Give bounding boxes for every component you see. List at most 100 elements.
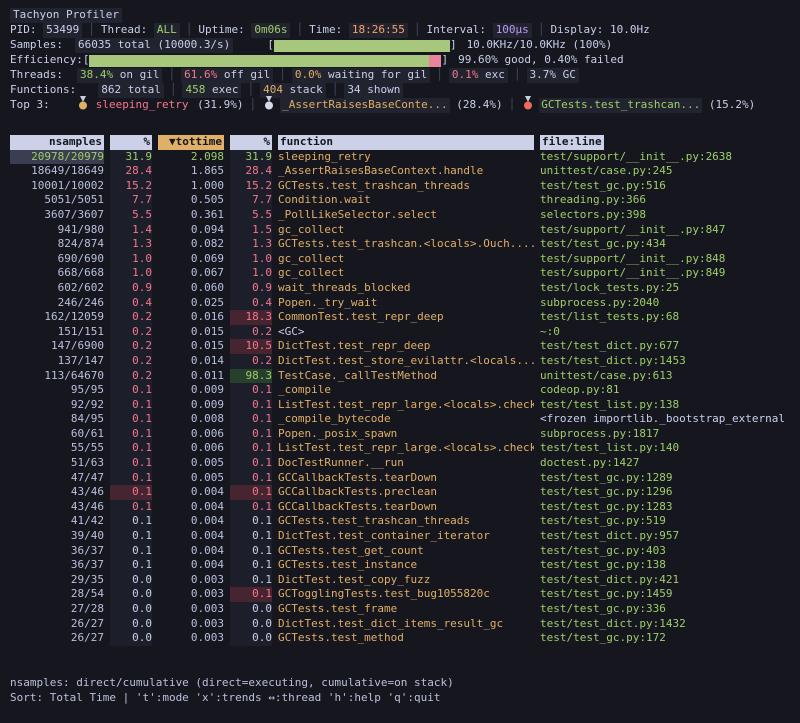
cell-cumulative-percent: 7.7	[230, 193, 272, 208]
cell-nsamples: 3607/3607	[10, 208, 104, 223]
table-row[interactable]: 51/630.10.0050.1DocTestRunner.__rundocte…	[10, 456, 800, 471]
cell-direct-percent: 0.1	[110, 427, 152, 442]
top3-percent: (28.4%)	[450, 98, 503, 113]
profile-table: nsamples% ▼tottime% function file:line20978…	[10, 135, 800, 646]
top3-function-name: _AssertRaisesBaseConte...	[280, 98, 450, 113]
table-row[interactable]: 47/470.10.0050.1GCCallbackTests.tearDown…	[10, 471, 800, 486]
cell-nsamples: 113/64670	[10, 369, 104, 384]
footer: nsamples: direct/cumulative (direct=exec…	[10, 676, 800, 706]
cell-function: DictTest.test_repr_deep	[278, 339, 534, 354]
table-row[interactable]: 602/6020.90.0600.9wait_threads_blockedte…	[10, 281, 800, 296]
cell-cumulative-percent: 0.0	[230, 631, 272, 646]
functions-line: Functions:862 total│458 exec│404 stack│3…	[10, 83, 800, 98]
table-row[interactable]: 27/280.00.0030.0GCTests.test_frametest/t…	[10, 602, 800, 617]
table-row[interactable]: 29/350.00.0030.1DictTest.test_copy_fuzzt…	[10, 573, 800, 588]
cell-direct-percent: 0.1	[110, 485, 152, 500]
cell-direct-percent: 0.1	[110, 514, 152, 529]
cell-file-line: ~:0	[540, 325, 800, 340]
table-row[interactable]: 39/400.10.0040.1DictTest.test_container_…	[10, 529, 800, 544]
samples-label: Samples:	[10, 38, 63, 53]
cell-direct-percent: 0.0	[110, 617, 152, 632]
table-row[interactable]: 162/120590.20.01618.3CommonTest.test_rep…	[10, 310, 800, 325]
cell-tottime: 0.060	[158, 281, 224, 296]
cell-cumulative-percent: 0.1	[230, 456, 272, 471]
table-row[interactable]: 92/920.10.0090.1ListTest.test_repr_large…	[10, 398, 800, 413]
table-row[interactable]: 147/69000.20.01510.5DictTest.test_repr_d…	[10, 339, 800, 354]
table-row[interactable]: 151/1510.20.0150.2<GC>~:0	[10, 325, 800, 340]
threads-stat-value: 61.6%	[184, 68, 217, 81]
cell-tottime: 0.361	[158, 208, 224, 223]
table-row[interactable]: 113/646700.20.01198.3TestCase._callTestM…	[10, 369, 800, 384]
table-row[interactable]: 20978/2097931.92.09831.9sleeping_retryte…	[10, 150, 800, 165]
cell-tottime: 0.003	[158, 602, 224, 617]
cell-file-line: test/test_gc.py:516	[540, 179, 800, 194]
table-row[interactable]: 690/6901.00.0691.0gc_collecttest/support…	[10, 252, 800, 267]
cell-function: GCCallbackTests.preclean	[278, 485, 534, 500]
table-row[interactable]: 36/370.10.0040.1GCTests.test_get_countte…	[10, 544, 800, 559]
info-label: Time:	[309, 23, 349, 38]
cell-tottime: 0.004	[158, 529, 224, 544]
table-header-row: nsamples% ▼tottime% function file:line	[10, 135, 800, 150]
separator: │	[408, 23, 427, 38]
cell-function: CommonTest.test_repr_deep	[278, 310, 534, 325]
cell-nsamples: 41/42	[10, 514, 104, 529]
table-row[interactable]: 137/1470.20.0140.2DictTest.test_store_ev…	[10, 354, 800, 369]
table-row[interactable]: 5051/50517.70.5057.7Condition.waitthread…	[10, 193, 800, 208]
table-row[interactable]: 60/610.10.0060.1Popen._posix_spawnsubpro…	[10, 427, 800, 442]
table-row[interactable]: 668/6681.00.0671.0gc_collecttest/support…	[10, 266, 800, 281]
top3-percent: (31.9%)	[190, 98, 243, 113]
cell-direct-percent: 1.0	[110, 252, 152, 267]
column-header-fileline[interactable]: file:line	[540, 135, 604, 150]
table-row[interactable]: 95/950.10.0090.1_compilecodeop.py:81	[10, 383, 800, 398]
table-row[interactable]: 41/420.10.0040.1GCTests.test_trashcan_th…	[10, 514, 800, 529]
info-value-display: 10.0Hz	[610, 23, 650, 38]
cell-nsamples: 5051/5051	[10, 193, 104, 208]
cell-function: Condition.wait	[278, 193, 534, 208]
column-header-%[interactable]: %	[110, 135, 152, 150]
column-header-%[interactable]: %	[230, 135, 272, 150]
table-row[interactable]: 43/460.10.0040.1GCCallbackTests.preclean…	[10, 485, 800, 500]
cell-direct-percent: 1.0	[110, 266, 152, 281]
cell-function: gc_collect	[278, 223, 534, 238]
info-value-time: 18:26:55	[349, 23, 408, 38]
cell-nsamples: 43/46	[10, 485, 104, 500]
cell-tottime: 0.067	[158, 266, 224, 281]
table-row[interactable]: 28/540.00.0030.1GCTogglingTests.test_bug…	[10, 587, 800, 602]
table-row[interactable]: 941/9801.40.0941.5gc_collecttest/support…	[10, 223, 800, 238]
functions-stat-value: 458	[185, 83, 205, 96]
separator: │	[164, 83, 183, 98]
cell-tottime: 0.005	[158, 471, 224, 486]
cell-file-line: <frozen importlib._bootstrap_external	[540, 412, 800, 427]
info-label: Uptime:	[198, 23, 251, 38]
table-row[interactable]: 26/270.00.0030.0GCTests.test_methodtest/…	[10, 631, 800, 646]
cell-tottime: 0.009	[158, 383, 224, 398]
efficiency-bar	[89, 55, 441, 67]
table-row[interactable]: 18649/1864928.41.86528.4_AssertRaisesBas…	[10, 164, 800, 179]
status-line: PID: 53499│Thread: ALL│Uptime: 0m06s│Tim…	[10, 23, 800, 38]
separator: │	[82, 23, 101, 38]
table-row[interactable]: 26/270.00.0030.0DictTest.test_dict_items…	[10, 617, 800, 632]
cell-file-line: test/test_dict.py:1453	[540, 354, 800, 369]
info-value-uptime: 0m06s	[251, 23, 290, 38]
table-row[interactable]: 84/950.10.0080.1_compile_bytecode<frozen…	[10, 412, 800, 427]
table-row[interactable]: 36/370.10.0040.1GCTests.test_instancetes…	[10, 558, 800, 573]
column-header-tottime[interactable]: ▼tottime	[158, 135, 224, 150]
table-row[interactable]: 824/8741.30.0821.3GCTests.test_trashcan.…	[10, 237, 800, 252]
table-row[interactable]: 55/550.10.0060.1ListTest.test_repr_large…	[10, 441, 800, 456]
cell-direct-percent: 0.1	[110, 456, 152, 471]
cell-direct-percent: 0.9	[110, 281, 152, 296]
table-row[interactable]: 3607/36075.50.3615.5_PollLikeSelector.se…	[10, 208, 800, 223]
table-row[interactable]: 43/460.10.0040.1GCCallbackTests.tearDown…	[10, 500, 800, 515]
cell-cumulative-percent: 0.1	[230, 427, 272, 442]
efficiency-line: Efficiency: [ ] 99.60% good, 0.40% faile…	[10, 53, 800, 68]
samples-rate-bar-fill	[274, 40, 450, 52]
cell-cumulative-percent: 1.0	[230, 252, 272, 267]
silver-medal-icon	[264, 96, 274, 115]
table-row[interactable]: 246/2460.40.0250.4Popen._try_waitsubproc…	[10, 296, 800, 311]
column-header-nsamples[interactable]: nsamples	[10, 135, 104, 150]
cell-direct-percent: 1.3	[110, 237, 152, 252]
column-header-function[interactable]: function	[278, 135, 534, 150]
cell-tottime: 0.003	[158, 587, 224, 602]
table-row[interactable]: 10001/1000215.21.00015.2GCTests.test_tra…	[10, 179, 800, 194]
cell-tottime: 0.006	[158, 441, 224, 456]
